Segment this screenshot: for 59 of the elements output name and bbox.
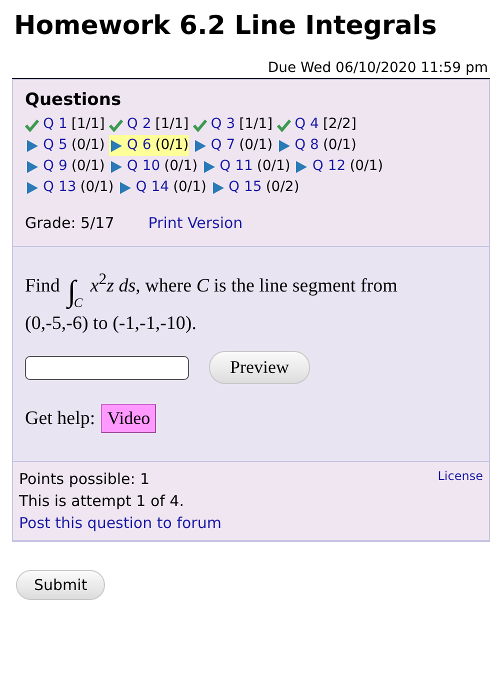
page-title: Homework 6.2 Line Integrals — [14, 10, 438, 42]
question-link[interactable]: Q 6 — [126, 135, 152, 156]
print-version-link[interactable]: Print Version — [148, 214, 243, 232]
play-arrow-icon — [25, 180, 39, 194]
forum-link[interactable]: Post this question to forum — [19, 512, 222, 534]
due-date: Due Wed 06/10/2020 11:59 pm — [268, 60, 488, 76]
check-icon — [192, 118, 207, 132]
play-arrow-icon — [294, 160, 308, 174]
question-link[interactable]: Q 8 — [294, 135, 319, 156]
question-link[interactable]: Q 3 — [210, 114, 236, 135]
question-score: (0/1) — [239, 136, 273, 155]
play-arrow-icon — [108, 160, 123, 174]
question-score: (0/1) — [322, 136, 356, 155]
license-link[interactable]: License — [438, 468, 483, 534]
question-score: (0/1) — [350, 157, 384, 176]
question-score: (0/1) — [71, 157, 105, 176]
question-score: [1/1] — [71, 115, 105, 134]
grade-text: Grade: 5/17 — [25, 214, 114, 232]
question-link[interactable]: Q 1 — [43, 114, 68, 135]
help-label: Get help: — [25, 408, 96, 430]
attempt-text: This is attempt 1 of 4. — [19, 491, 184, 512]
question-score: (0/1) — [256, 157, 290, 176]
submit-button[interactable]: Submit — [16, 570, 106, 600]
question-score: [1/1] — [155, 115, 189, 134]
question-link[interactable]: Q 10 — [126, 156, 160, 177]
play-arrow-icon — [108, 138, 123, 152]
question-link[interactable]: Q 15 — [228, 177, 262, 198]
question-link[interactable]: Q 12 — [312, 156, 346, 177]
check-icon — [25, 118, 39, 132]
question-score: (0/1) — [71, 136, 105, 155]
question-link[interactable]: Q 5 — [43, 135, 68, 156]
play-arrow-icon — [202, 160, 216, 174]
question-link[interactable]: Q 4 — [294, 114, 319, 135]
question-link[interactable]: Q 13 — [43, 177, 76, 198]
play-arrow-icon — [192, 138, 207, 152]
question-score: (0/1) — [173, 178, 207, 197]
question-score: [2/2] — [322, 115, 356, 134]
answer-field[interactable] — [25, 356, 189, 380]
check-icon — [108, 118, 123, 132]
question-link[interactable]: Q 7 — [210, 135, 236, 156]
question-score: (0/1) — [80, 178, 114, 197]
check-icon — [276, 118, 291, 132]
question-link[interactable]: Q 2 — [126, 114, 152, 135]
points-text: Points possible: 1 — [19, 469, 150, 490]
play-arrow-icon — [25, 138, 39, 152]
video-button[interactable]: Video — [101, 404, 156, 434]
question-score: (0/2) — [266, 178, 300, 197]
question-score: [1/1] — [239, 115, 273, 134]
play-arrow-icon — [276, 138, 291, 152]
question-link[interactable]: Q 9 — [43, 156, 68, 177]
questions-heading: Questions — [25, 90, 122, 110]
question-link[interactable]: Q 11 — [220, 156, 253, 177]
question-link[interactable]: Q 14 — [136, 177, 170, 198]
play-arrow-icon — [118, 180, 132, 194]
question-score: (0/1) — [164, 157, 198, 176]
play-arrow-icon — [210, 180, 225, 194]
question-score: (0/1) — [155, 136, 189, 155]
play-arrow-icon — [25, 160, 39, 174]
preview-button[interactable]: Preview — [209, 351, 310, 384]
